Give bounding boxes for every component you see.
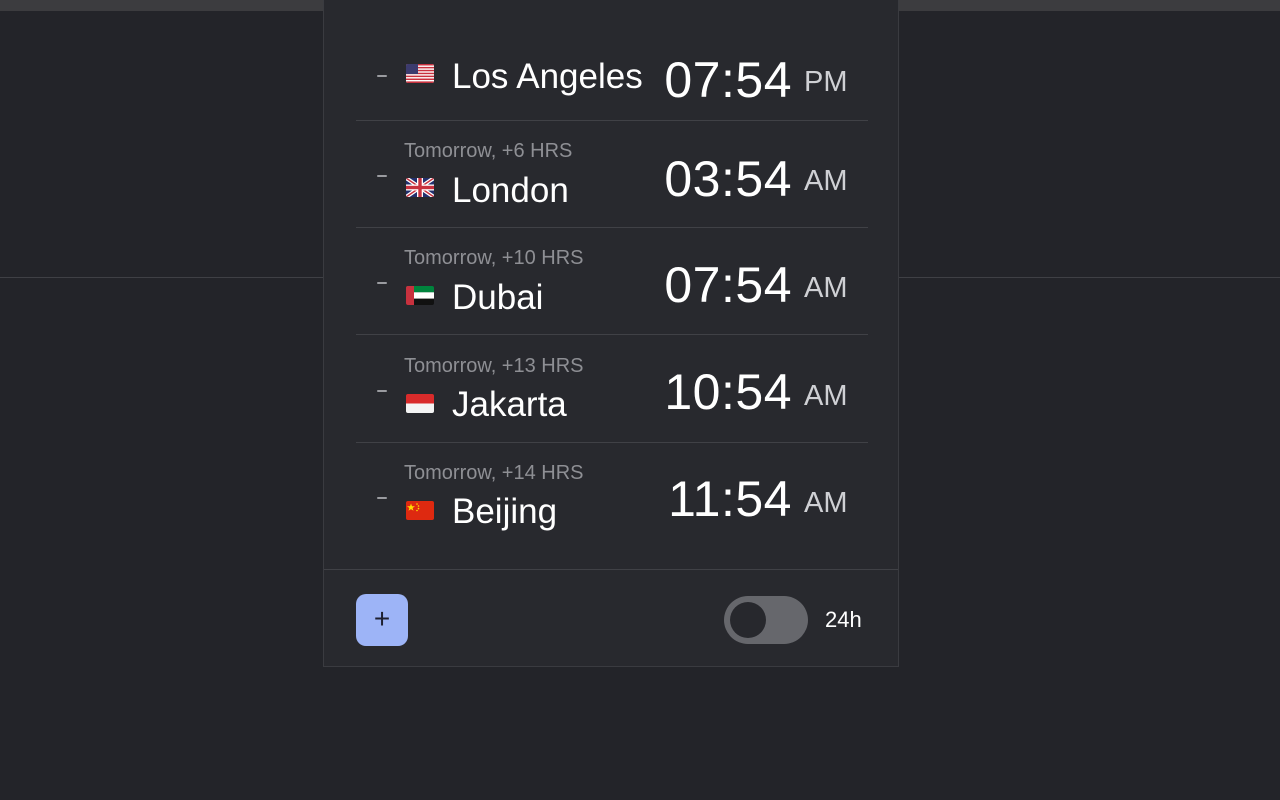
add-city-button[interactable]: + [356, 594, 408, 646]
city-time: 03:54 [664, 151, 792, 207]
remove-city-button[interactable]: - [375, 390, 389, 393]
ampm-indicator: AM [804, 272, 848, 304]
city-row-london: - Tomorrow, +6 HRS London 03:54 AM [356, 122, 868, 228]
ampm-indicator: PM [804, 66, 848, 98]
toggle-knob [730, 602, 766, 638]
ae-flag-icon [406, 286, 434, 305]
24h-toggle[interactable] [724, 596, 808, 644]
id-flag-icon [406, 394, 434, 413]
ampm-indicator: AM [804, 165, 848, 197]
city-time: 10:54 [664, 364, 792, 420]
cn-flag-icon [406, 501, 434, 520]
remove-city-button[interactable]: - [375, 497, 389, 500]
time-offset-label: Tomorrow, +13 HRS [404, 355, 584, 377]
city-row-beijing: - Tomorrow, +14 HRS Beijing 11:54 AM [356, 444, 868, 550]
city-time: 11:54 [668, 471, 792, 527]
city-name: Dubai [452, 278, 544, 317]
remove-city-button[interactable]: - [375, 175, 389, 178]
time-offset-label: Tomorrow, +6 HRS [404, 140, 573, 162]
city-time: 07:54 [664, 257, 792, 313]
ampm-indicator: AM [804, 380, 848, 412]
city-name: Beijing [452, 492, 558, 531]
footer-divider [324, 569, 898, 570]
gb-flag-icon [406, 178, 434, 197]
time-offset-label: Tomorrow, +14 HRS [404, 462, 584, 484]
city-row-jakarta: - Tomorrow, +13 HRS Jakarta 10:54 AM [356, 337, 868, 443]
city-name: Los Angeles [452, 57, 643, 96]
remove-city-button[interactable]: - [375, 282, 389, 285]
city-name: Jakarta [452, 385, 567, 424]
city-time: 07:54 [664, 52, 792, 108]
city-row-dubai: - Tomorrow, +10 HRS Dubai 07:54 AM [356, 229, 868, 335]
remove-city-button[interactable]: - [375, 75, 389, 78]
city-name: London [452, 171, 569, 210]
time-offset-label: Tomorrow, +10 HRS [404, 247, 584, 269]
world-clock-panel: - Los Angeles 07:54 PM - Tomorrow, +6 HR… [323, 0, 899, 667]
city-row-los-angeles: - Los Angeles 07:54 PM [356, 15, 868, 121]
us-flag-icon [406, 64, 434, 83]
24h-toggle-label: 24h [825, 607, 862, 632]
ampm-indicator: AM [804, 487, 848, 519]
